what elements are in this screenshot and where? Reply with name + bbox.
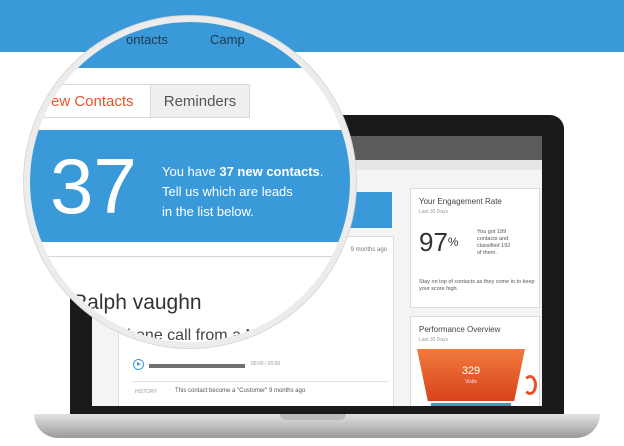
engagement-detail-line: contacts and xyxy=(477,236,509,242)
engagement-detail-line: of them. xyxy=(477,250,497,256)
engagement-detail-line: You got 199 xyxy=(477,229,507,235)
performance-subtitle: Last 30 Days xyxy=(419,337,449,343)
engagement-card: Your Engagement Rate Last 30 Days 97% Yo… xyxy=(410,188,540,308)
tab-reminders[interactable]: Reminders xyxy=(150,84,250,118)
engagement-percent-value: 97 xyxy=(419,227,448,257)
engagement-detail-line: classified 192 xyxy=(477,243,511,249)
new-contacts-banner: 37 You have 37 new contacts. Tell us whi… xyxy=(30,130,350,242)
laptop-base-notch xyxy=(280,414,346,420)
engagement-note: Stay on top of contacts as they come in … xyxy=(419,279,535,292)
banner-line-1-suffix: . xyxy=(319,164,324,179)
engagement-subtitle: Last 30 Days xyxy=(419,209,449,215)
history-divider xyxy=(133,381,389,382)
new-contacts-count: 37 xyxy=(50,142,137,230)
banner-line-3: in the list below. xyxy=(162,204,254,219)
play-icon[interactable] xyxy=(133,359,144,370)
contact-time-ago: 9 months ago xyxy=(350,247,387,253)
banner-line-1-prefix: You have xyxy=(162,164,220,179)
audio-time: 00:00 / 00:00 xyxy=(251,361,281,367)
engagement-percent: 97% xyxy=(419,229,459,255)
engagement-title: Your Engagement Rate xyxy=(419,197,502,206)
banner-line-2: Tell us which are leads xyxy=(162,184,293,199)
funnel-next-block xyxy=(431,403,511,406)
magnifier-lens: ontacts Camp ew Contacts Reminders 37 Yo… xyxy=(24,16,356,348)
performance-card: Performance Overview Last 30 Days 329 Vi… xyxy=(410,316,540,406)
visits-value: 329 xyxy=(461,365,481,377)
engagement-details: You got 199 contacts and classified 192 … xyxy=(477,229,510,257)
history-text: This contact become a "Customer" 9 month… xyxy=(175,388,306,394)
history-label: HISTORY xyxy=(135,389,158,395)
engagement-percent-sign: % xyxy=(447,235,459,249)
magnified-nav-bar xyxy=(30,22,350,68)
performance-title: Performance Overview xyxy=(419,325,501,334)
banner-line-1: You have 37 new contacts. xyxy=(162,164,323,179)
magnified-nav-contacts[interactable]: ontacts xyxy=(126,32,168,47)
magnified-contact-card[interactable]: Ralph vaughn t a phone call from a Ne xyxy=(30,256,350,342)
audio-player: 00:00 / 00:00 xyxy=(133,359,319,371)
audio-progress-track[interactable] xyxy=(149,364,245,368)
banner-line-1-bold: 37 new contacts xyxy=(219,164,320,179)
contact-name: Ralph vaughn xyxy=(72,291,202,314)
visits-label: Visits xyxy=(465,379,477,385)
tab-new-contacts[interactable]: ew Contacts xyxy=(44,84,150,118)
refresh-arrow-icon xyxy=(523,375,537,395)
magnified-nav-campaigns[interactable]: Camp xyxy=(210,32,245,47)
